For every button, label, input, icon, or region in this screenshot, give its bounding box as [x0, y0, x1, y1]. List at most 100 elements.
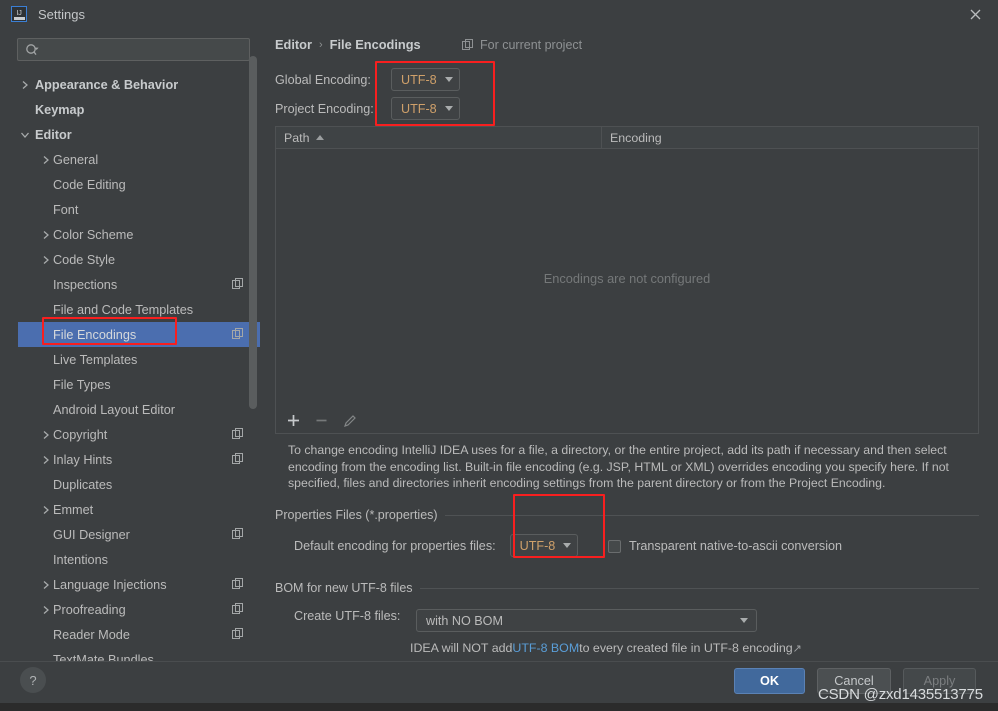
- column-header-encoding[interactable]: Encoding: [602, 127, 978, 148]
- table-body: Encodings are not configured: [276, 149, 978, 408]
- sidebar-item-code-editing[interactable]: Code Editing: [0, 172, 268, 197]
- breadcrumb: Editor › File Encodings: [275, 37, 421, 52]
- chevron-right-icon[interactable]: [39, 447, 53, 472]
- sidebar-item-android-layout-editor[interactable]: Android Layout Editor: [0, 397, 268, 422]
- bom-group-header: BOM for new UTF-8 files: [275, 581, 979, 595]
- sidebar-item-label: Proofreading: [53, 602, 126, 617]
- sidebar-item-keymap[interactable]: Keymap: [0, 97, 268, 122]
- settings-sidebar: Appearance & Behavior Keymap Editor General…: [0, 28, 268, 661]
- help-button[interactable]: ?: [20, 667, 46, 693]
- sidebar-item-file-types[interactable]: File Types: [0, 372, 268, 397]
- chevron-right-icon[interactable]: [39, 597, 53, 622]
- project-scope-icon: [462, 39, 473, 50]
- project-scope-icon: [232, 453, 244, 468]
- group-divider: [419, 587, 979, 589]
- global-encoding-combo[interactable]: UTF-8: [391, 68, 460, 91]
- column-header-path-label: Path: [284, 130, 310, 145]
- project-encoding-value: UTF-8: [401, 101, 437, 116]
- project-encoding-combo[interactable]: UTF-8: [391, 97, 460, 120]
- search-input[interactable]: [40, 42, 249, 57]
- sidebar-item-label: Code Editing: [53, 177, 126, 192]
- sidebar-item-intentions[interactable]: Intentions: [0, 547, 268, 572]
- sidebar-item-label: Code Style: [53, 252, 116, 267]
- chevron-right-icon[interactable]: [39, 147, 53, 172]
- bom-group-title: BOM for new UTF-8 files: [275, 581, 413, 595]
- project-encoding-row: Project Encoding: UTF-8: [275, 97, 460, 120]
- sidebar-item-label: Editor: [35, 127, 72, 142]
- sidebar-item-label: Live Templates: [53, 352, 138, 367]
- sidebar-item-label: Inlay Hints: [53, 452, 113, 467]
- sidebar-item-inlay-hints[interactable]: Inlay Hints: [0, 447, 268, 472]
- sidebar-scrollbar[interactable]: [249, 56, 257, 409]
- breadcrumb-parent[interactable]: Editor: [275, 37, 312, 52]
- sidebar-item-font[interactable]: Font: [0, 197, 268, 222]
- close-icon[interactable]: [952, 0, 998, 28]
- sidebar-item-copyright[interactable]: Copyright: [0, 422, 268, 447]
- settings-tree[interactable]: Appearance & Behavior Keymap Editor General…: [0, 72, 268, 661]
- intellij-logo-icon: IJ: [11, 6, 27, 22]
- chevron-down-icon: [444, 106, 453, 111]
- bottom-strip: [0, 703, 998, 711]
- sidebar-item-label: Keymap: [35, 102, 85, 117]
- external-link-icon: ↗: [792, 643, 802, 655]
- sidebar-item-label: Intentions: [53, 552, 109, 567]
- sidebar-item-language-injections[interactable]: Language Injections: [0, 572, 268, 597]
- ok-button[interactable]: OK: [734, 668, 805, 694]
- bom-hint: IDEA will NOT add UTF-8 BOM to every cre…: [410, 641, 802, 655]
- create-utf8-select[interactable]: with NO BOM: [416, 609, 757, 632]
- breadcrumb-separator: ›: [318, 38, 323, 51]
- create-utf8-value: with NO BOM: [426, 613, 503, 628]
- sidebar-item-duplicates[interactable]: Duplicates: [0, 472, 268, 497]
- transparent-conversion-checkbox[interactable]: [608, 539, 621, 553]
- encodings-table: Path Encoding Encodings are not configur…: [275, 126, 979, 409]
- chevron-right-icon[interactable]: [39, 422, 53, 447]
- column-header-path[interactable]: Path: [276, 127, 602, 148]
- plus-icon[interactable]: [287, 414, 300, 427]
- chevron-right-icon[interactable]: [39, 222, 53, 247]
- transparent-conversion-row[interactable]: Transparent native-to-ascii conversion: [608, 539, 842, 553]
- create-utf8-label: Create UTF-8 files:: [294, 609, 401, 623]
- global-encoding-label: Global Encoding:: [275, 72, 371, 87]
- chevron-right-icon[interactable]: [18, 72, 32, 97]
- project-scope-icon: [232, 528, 244, 543]
- logo-text: IJ: [16, 8, 22, 17]
- sidebar-item-color-scheme[interactable]: Color Scheme: [0, 222, 268, 247]
- chevron-down-icon: [444, 77, 453, 82]
- chevron-right-icon[interactable]: [39, 497, 53, 522]
- description-text: To change encoding IntelliJ IDEA uses fo…: [288, 443, 949, 490]
- sidebar-item-general[interactable]: General: [0, 147, 268, 172]
- sidebar-item-file-encodings[interactable]: File Encodings: [0, 322, 268, 347]
- search-box[interactable]: [17, 38, 250, 61]
- sidebar-item-textmate-bundles[interactable]: TextMate Bundles: [0, 647, 268, 662]
- sidebar-item-label: File Types: [53, 377, 111, 392]
- chevron-right-icon[interactable]: [39, 247, 53, 272]
- bom-hint-link[interactable]: UTF-8 BOM: [512, 641, 579, 655]
- main-panel: Editor › File Encodings For current proj…: [268, 28, 998, 661]
- scope-label: For current project: [480, 38, 583, 52]
- project-scope-icon: [232, 278, 244, 293]
- sidebar-item-editor[interactable]: Editor: [0, 122, 268, 147]
- table-header: Path Encoding: [276, 127, 978, 149]
- sidebar-item-file-and-code-templates[interactable]: File and Code Templates: [0, 297, 268, 322]
- sidebar-item-code-style[interactable]: Code Style: [0, 247, 268, 272]
- sidebar-item-emmet[interactable]: Emmet: [0, 497, 268, 522]
- sidebar-item-live-templates[interactable]: Live Templates: [0, 347, 268, 372]
- sidebar-item-appearance-behavior[interactable]: Appearance & Behavior: [0, 72, 268, 97]
- sidebar-item-inspections[interactable]: Inspections: [0, 272, 268, 297]
- default-properties-encoding-row: Default encoding for properties files: U…: [294, 534, 579, 557]
- project-scope-icon: [232, 628, 244, 643]
- settings-dialog: IJ Settings Appearance & Behavior Keymap E…: [0, 0, 998, 711]
- global-encoding-value: UTF-8: [401, 72, 437, 87]
- chevron-down-icon[interactable]: [18, 122, 32, 147]
- sidebar-item-gui-designer[interactable]: GUI Designer: [0, 522, 268, 547]
- sidebar-item-reader-mode[interactable]: Reader Mode: [0, 622, 268, 647]
- sidebar-item-proofreading[interactable]: Proofreading: [0, 597, 268, 622]
- sidebar-item-label: Android Layout Editor: [53, 402, 176, 417]
- breadcrumb-current: File Encodings: [329, 37, 421, 52]
- default-properties-encoding-combo[interactable]: UTF-8: [509, 534, 579, 557]
- sidebar-item-label: GUI Designer: [53, 527, 130, 542]
- column-header-encoding-label: Encoding: [610, 130, 662, 145]
- chevron-right-icon[interactable]: [39, 572, 53, 597]
- sidebar-item-label: File and Code Templates: [53, 302, 194, 317]
- properties-files-group-title: Properties Files (*.properties): [275, 508, 438, 522]
